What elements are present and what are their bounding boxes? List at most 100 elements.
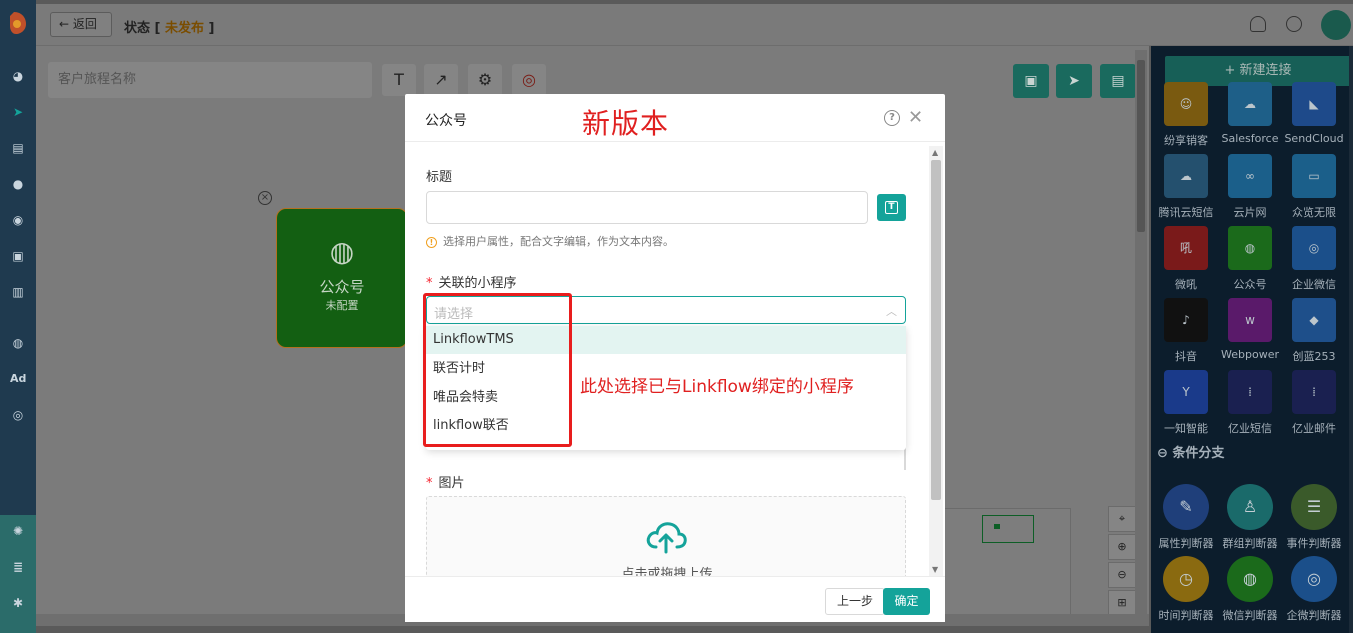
connector-label: 创蓝253 <box>1292 350 1336 363</box>
yunpian-icon: ∞ <box>1228 154 1272 198</box>
branch-label: 属性判断器 <box>1158 537 1214 550</box>
chat-icon[interactable] <box>1286 16 1302 32</box>
wechat-icon: ◍ <box>1228 226 1272 270</box>
connector-label: Webpower <box>1221 348 1279 361</box>
insert-attribute-button[interactable]: T <box>877 194 906 221</box>
branch-tile[interactable]: ☰ 事件判断器 <box>1282 484 1346 551</box>
status-value: 未发布 <box>165 21 205 36</box>
connector-label: 一知智能 <box>1164 422 1208 435</box>
journey-icon[interactable]: ➤ <box>10 104 26 120</box>
branch-label: 群组判断器 <box>1222 537 1278 550</box>
zoom-out-icon[interactable]: ⊖ <box>1108 562 1136 588</box>
connector-label: 微吼 <box>1175 278 1197 291</box>
connector-tile[interactable]: ◆ 创蓝253 <box>1282 298 1346 364</box>
server-icon[interactable]: ≣ <box>10 559 26 575</box>
minimap-viewport[interactable] <box>982 515 1034 543</box>
connector-tile[interactable]: ♪ 抖音 <box>1154 298 1218 364</box>
back-button[interactable]: ← 返回 <box>50 12 112 37</box>
connector-tile[interactable]: ⁞ 亿业短信 <box>1218 370 1282 436</box>
publish-icon[interactable]: ➤ <box>1056 64 1092 98</box>
ad-icon[interactable]: Ad <box>10 371 26 387</box>
help-icon[interactable]: ? <box>884 110 900 126</box>
connector-tile[interactable]: 吼微吼 <box>1154 226 1218 292</box>
locate-icon[interactable]: ⌖ <box>1108 506 1136 532</box>
title-input[interactable] <box>426 191 868 224</box>
gear-icon[interactable]: ✱ <box>10 595 26 611</box>
connector-label: 公众号 <box>1233 278 1267 291</box>
canvas-vertical-scrollbar[interactable] <box>1135 50 1147 616</box>
connector-label: 纷享销客 <box>1164 134 1208 147</box>
connector-tile[interactable]: ☁ 腾讯云短信 <box>1154 154 1218 220</box>
connector-tile[interactable]: ∞ 云片网 <box>1218 154 1282 220</box>
connector-tile[interactable]: ◣ SendCloud <box>1282 82 1346 145</box>
connector-tile[interactable]: ◎ 企业微信 <box>1282 226 1346 292</box>
branch-tile[interactable]: ◷ 时间判断器 <box>1154 556 1218 623</box>
connector-label: 企业微信 <box>1292 278 1336 291</box>
branch-tile[interactable]: ♙ 群组判断器 <box>1218 484 1282 551</box>
settings-gear-icon[interactable]: ✺ <box>10 523 26 539</box>
users-icon[interactable]: ◉ <box>10 212 26 228</box>
avatar[interactable] <box>1321 10 1351 40</box>
zoom-in-icon[interactable]: ⊕ <box>1108 534 1136 560</box>
fit-icon[interactable]: ⊞ <box>1108 590 1136 616</box>
rail-bottom-group: ✺ ≣ ✱ <box>0 515 36 633</box>
app-logo-icon <box>10 12 26 34</box>
branch-label: 时间判断器 <box>1158 609 1214 622</box>
connector-tile[interactable]: ☺ 纷享销客 <box>1154 82 1218 148</box>
dashboard-icon[interactable]: ◕ <box>10 68 26 84</box>
target-icon[interactable]: ◎ <box>10 407 26 423</box>
modal-footer: 上一步 确定 <box>405 576 945 622</box>
text-tool-icon[interactable]: T <box>382 64 416 96</box>
connector-tile[interactable]: ⁞ 亿业邮件 <box>1282 370 1346 436</box>
wechat-icon[interactable]: ◍ <box>10 335 26 351</box>
webpower-icon: w <box>1228 298 1272 342</box>
scroll-down-icon[interactable]: ▼ <box>932 565 938 574</box>
layout-icon[interactable]: ▤ <box>10 140 26 156</box>
connector-tile[interactable]: Y 一知智能 <box>1154 370 1218 436</box>
confirm-button[interactable]: 确定 <box>883 588 930 615</box>
chart-icon[interactable]: ▥ <box>10 284 26 300</box>
image-label: * 图片 <box>426 476 465 491</box>
node-title: 公众号 <box>319 278 365 296</box>
connector-tile[interactable]: ◍ 公众号 <box>1218 226 1282 292</box>
node-close-icon[interactable]: × <box>258 191 272 205</box>
connector-tile[interactable]: ☁ Salesforce <box>1218 82 1282 145</box>
settings-tool-icon[interactable]: ⚙ <box>468 64 502 96</box>
connector-tile[interactable]: w Webpower <box>1218 298 1282 361</box>
branch-label: 企微判断器 <box>1286 609 1342 622</box>
branch-tile[interactable]: ◍ 微信判断器 <box>1218 556 1282 623</box>
modal-title: 公众号 <box>425 113 467 129</box>
branch-tile[interactable]: ✎ 属性判断器 <box>1154 484 1218 551</box>
previous-step-button[interactable]: 上一步 <box>825 588 885 615</box>
image-upload-area[interactable]: 点击或拖拽上传 <box>426 496 906 576</box>
modal-scrollbar[interactable]: ▲ ▼ <box>929 146 943 576</box>
condition-branch-section[interactable]: ⊖ 条件分支 <box>1157 442 1224 461</box>
chevron-up-icon: ︿ <box>886 305 897 318</box>
wechat-config-modal: 公众号 新版本 ? ✕ 标题 T ! 选择用户属性，配合文字编辑，作为文本内容。 … <box>405 94 945 622</box>
modal-body: 标题 T ! 选择用户属性，配合文字编辑，作为文本内容。 * 关联的小程序 请选择 … <box>405 142 945 576</box>
scroll-up-icon[interactable]: ▲ <box>932 148 938 157</box>
arrow-tool-icon[interactable]: ↗ <box>424 64 458 96</box>
minimap[interactable] <box>941 508 1071 616</box>
bookmark-icon[interactable]: ▣ <box>10 248 26 264</box>
connector-label: 亿业短信 <box>1228 422 1272 435</box>
bell-icon[interactable] <box>1250 16 1266 32</box>
mini-program-label: * 关联的小程序 <box>426 276 517 291</box>
annotation-mini-program-note: 此处选择已与Linkflow绑定的小程序 <box>580 377 854 397</box>
wechat-node[interactable]: ◍ 公众号 未配置 <box>276 208 408 348</box>
panel-scrollbar[interactable] <box>1349 46 1353 633</box>
title-label: 标题 <box>426 170 453 185</box>
back-label: 返回 <box>72 17 97 31</box>
user-icon[interactable]: ● <box>10 176 26 192</box>
target-tool-icon[interactable]: ◎ <box>512 64 546 96</box>
close-icon[interactable]: ✕ <box>908 107 923 128</box>
branch-tile[interactable]: ◎ 企微判断器 <box>1282 556 1346 623</box>
layout-toggle-icon[interactable]: ▤ <box>1100 64 1136 98</box>
modal-scroll-thumb[interactable] <box>931 160 941 500</box>
save-icon[interactable]: ▣ <box>1013 64 1049 98</box>
upload-text: 点击或拖拽上传 <box>621 567 713 576</box>
minimap-node <box>994 524 1000 529</box>
connector-label: 亿业邮件 <box>1292 422 1336 435</box>
connector-tile[interactable]: ▭ 众览无限 <box>1282 154 1346 220</box>
journey-name-input[interactable]: 客户旅程名称 <box>48 62 372 98</box>
